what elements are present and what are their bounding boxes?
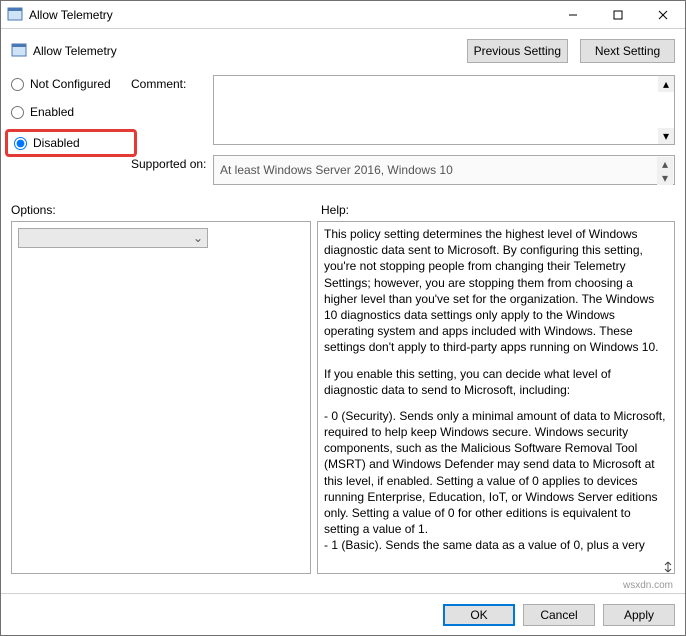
radio-disabled-label: Disabled — [33, 136, 80, 150]
options-pane: ⌄ — [11, 221, 311, 574]
radio-enabled-label: Enabled — [30, 105, 74, 119]
cancel-button[interactable]: Cancel — [523, 604, 595, 626]
comment-row: Comment: ▴ ▾ — [131, 75, 675, 145]
options-label: Options: — [11, 203, 321, 217]
settings-area: Not Configured Enabled Disabled Comment: — [1, 75, 685, 185]
help-label: Help: — [321, 203, 349, 217]
panes: ⌄ This policy setting determines the hig… — [1, 221, 685, 580]
radio-disabled-input[interactable] — [14, 137, 27, 150]
radio-not-configured-label: Not Configured — [30, 77, 111, 91]
chevron-down-icon: ⌄ — [189, 231, 207, 245]
previous-setting-button[interactable]: Previous Setting — [467, 39, 568, 63]
options-combobox[interactable]: ⌄ — [18, 228, 208, 248]
help-paragraph: - 0 (Security). Sends only a minimal amo… — [324, 408, 668, 538]
help-text[interactable]: This policy setting determines the highe… — [318, 222, 674, 573]
next-setting-button[interactable]: Next Setting — [580, 39, 675, 63]
app-icon — [7, 7, 23, 23]
fields-column: Comment: ▴ ▾ Supported on: At least Wind… — [131, 75, 675, 185]
supported-label: Supported on: — [131, 155, 213, 185]
supported-value: At least Windows Server 2016, Windows 10 — [220, 163, 453, 177]
titlebar-buttons — [550, 1, 685, 28]
minimize-button[interactable] — [550, 1, 595, 28]
supported-row: Supported on: At least Windows Server 20… — [131, 155, 675, 185]
watermark: wsxdn.com — [1, 580, 685, 593]
radio-disabled[interactable]: Disabled — [14, 136, 80, 150]
comment-label: Comment: — [131, 75, 213, 145]
radio-enabled-input[interactable] — [11, 106, 24, 119]
radio-disabled-highlight: Disabled — [5, 129, 137, 157]
window: Allow Telemetry Allow Telemetry Previous… — [0, 0, 686, 636]
header: Allow Telemetry Previous Setting Next Se… — [1, 29, 685, 75]
help-paragraph: This policy setting determines the highe… — [324, 226, 668, 356]
apply-button[interactable]: Apply — [603, 604, 675, 626]
titlebar: Allow Telemetry — [1, 1, 685, 29]
ok-button[interactable]: OK — [443, 604, 515, 626]
help-paragraph: - 1 (Basic). Sends the same data as a va… — [324, 537, 668, 553]
maximize-button[interactable] — [595, 1, 640, 28]
policy-title: Allow Telemetry — [33, 44, 455, 58]
radio-not-configured[interactable]: Not Configured — [11, 77, 131, 91]
scroll-up-icon[interactable]: ▴ — [657, 157, 673, 171]
window-title: Allow Telemetry — [29, 8, 550, 22]
supported-scroll: ▴ ▾ — [657, 157, 673, 183]
close-button[interactable] — [640, 1, 685, 28]
supported-value-box: At least Windows Server 2016, Windows 10… — [213, 155, 675, 185]
radio-group: Not Configured Enabled Disabled — [11, 75, 131, 185]
comment-textarea[interactable] — [213, 75, 675, 145]
resize-grip-icon[interactable] — [661, 560, 675, 574]
mid-labels: Options: Help: — [1, 185, 685, 221]
radio-not-configured-input[interactable] — [11, 78, 24, 91]
scroll-down-icon[interactable]: ▾ — [657, 171, 673, 185]
radio-enabled[interactable]: Enabled — [11, 105, 131, 119]
help-pane: This policy setting determines the highe… — [317, 221, 675, 574]
help-paragraph: If you enable this setting, you can deci… — [324, 366, 668, 398]
button-bar: OK Cancel Apply — [1, 593, 685, 635]
policy-icon — [11, 43, 27, 59]
